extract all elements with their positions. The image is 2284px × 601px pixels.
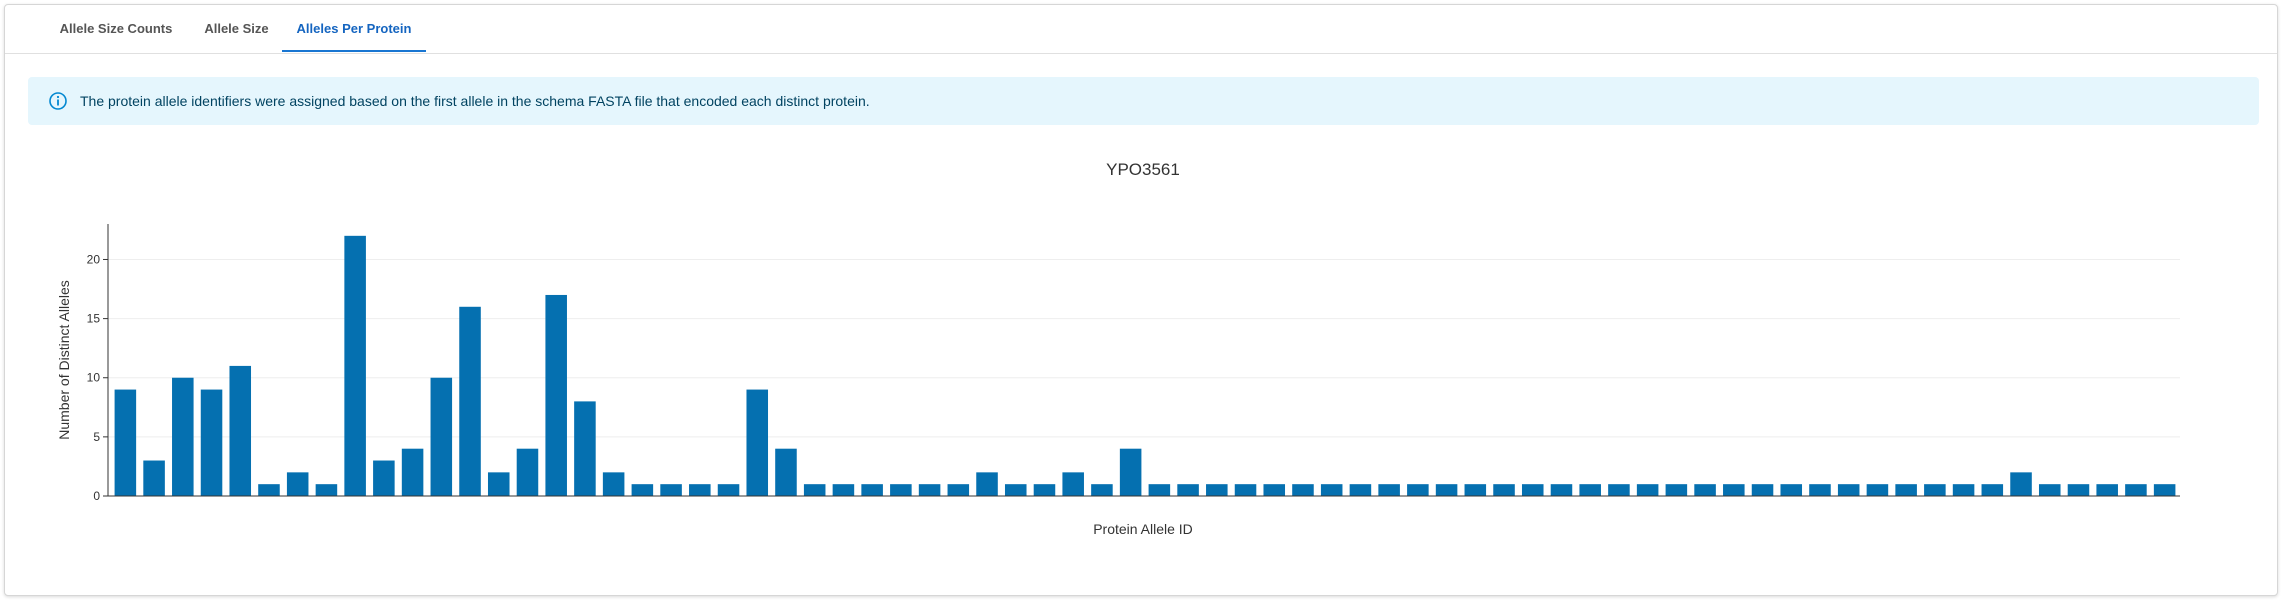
bar[interactable]	[430, 377, 453, 496]
y-tick-label: 0	[93, 489, 100, 503]
bar[interactable]	[1521, 484, 1544, 496]
bar[interactable]	[803, 484, 826, 496]
bar[interactable]	[1407, 484, 1429, 496]
bar[interactable]	[1320, 484, 1343, 496]
bar[interactable]	[1866, 484, 1889, 496]
bar[interactable]	[459, 306, 481, 496]
bar[interactable]	[545, 294, 567, 496]
bar[interactable]	[631, 484, 654, 496]
bar[interactable]	[1148, 484, 1171, 496]
bar[interactable]	[1263, 484, 1286, 496]
bar[interactable]	[2067, 484, 2090, 496]
bar[interactable]	[2096, 484, 2118, 496]
bar[interactable]	[516, 448, 539, 496]
bar[interactable]	[746, 389, 769, 496]
bar[interactable]	[1751, 484, 1774, 496]
bar[interactable]	[660, 484, 682, 496]
bar[interactable]	[976, 472, 998, 496]
bar[interactable]	[373, 460, 395, 496]
bar[interactable]	[200, 389, 223, 496]
bar[interactable]	[1780, 484, 1803, 496]
bar[interactable]	[861, 484, 883, 496]
chart-title: YPO3561	[1106, 160, 1180, 179]
bar[interactable]	[401, 448, 424, 496]
bar[interactable]	[574, 401, 596, 496]
bar[interactable]	[2153, 484, 2176, 496]
y-tick-label: 20	[87, 252, 101, 266]
bar[interactable]	[1091, 484, 1113, 496]
bar[interactable]	[315, 484, 338, 496]
y-axis-ticks: 0 5 10 15 20	[87, 252, 108, 503]
bar[interactable]	[1837, 484, 1860, 496]
bar[interactable]	[1177, 484, 1199, 496]
bar[interactable]	[1952, 484, 1975, 496]
y-tick-label: 10	[87, 371, 101, 385]
bar[interactable]	[832, 484, 855, 496]
bar[interactable]	[1378, 484, 1400, 496]
bar[interactable]	[2125, 484, 2147, 496]
bar[interactable]	[258, 484, 280, 496]
bar[interactable]	[344, 235, 366, 496]
bar[interactable]	[1234, 484, 1257, 496]
bar[interactable]	[1924, 484, 1946, 496]
bar[interactable]	[717, 484, 740, 496]
bar[interactable]	[1550, 484, 1573, 496]
y-tick-label: 5	[93, 430, 100, 444]
bar[interactable]	[1119, 448, 1142, 496]
bar[interactable]	[689, 484, 711, 496]
bar[interactable]	[947, 484, 970, 496]
bar[interactable]	[1033, 484, 1056, 496]
x-axis-label: Protein Allele ID	[1093, 521, 1193, 537]
bar[interactable]	[1493, 484, 1515, 496]
bar[interactable]	[2010, 472, 2032, 496]
bar[interactable]	[918, 484, 941, 496]
bar[interactable]	[2038, 484, 2061, 496]
bar[interactable]	[286, 472, 309, 496]
bar[interactable]	[114, 389, 137, 496]
y-tick-label: 15	[87, 312, 101, 326]
bar[interactable]	[172, 377, 194, 496]
bar[interactable]	[1206, 484, 1228, 496]
bar[interactable]	[1464, 484, 1487, 496]
bar[interactable]	[1665, 484, 1688, 496]
bar[interactable]	[1981, 484, 2004, 496]
bar[interactable]	[1636, 484, 1659, 496]
bar[interactable]	[890, 484, 912, 496]
bar[interactable]	[1062, 472, 1084, 496]
bar[interactable]	[775, 448, 797, 496]
bar[interactable]	[1435, 484, 1458, 496]
bar[interactable]	[1004, 484, 1027, 496]
bar[interactable]	[602, 472, 625, 496]
bar[interactable]	[487, 472, 510, 496]
bar[interactable]	[1723, 484, 1745, 496]
bar[interactable]	[1608, 484, 1630, 496]
grid-lines	[108, 258, 2180, 438]
alleles-per-protein-chart: 0 5 10 15 20 YPO3561 Protein Allele ID Numbe…	[56, 160, 2180, 537]
bar[interactable]	[1694, 484, 1716, 496]
bar[interactable]	[229, 365, 252, 496]
bar[interactable]	[1349, 484, 1372, 496]
bar[interactable]	[1292, 484, 1314, 496]
bar[interactable]	[1579, 484, 1601, 496]
bar[interactable]	[143, 460, 165, 496]
bar[interactable]	[1809, 484, 1831, 496]
y-axis-label: Number of Distinct Alleles	[56, 280, 72, 440]
bar[interactable]	[1895, 484, 1917, 496]
bar-series	[114, 235, 2176, 496]
